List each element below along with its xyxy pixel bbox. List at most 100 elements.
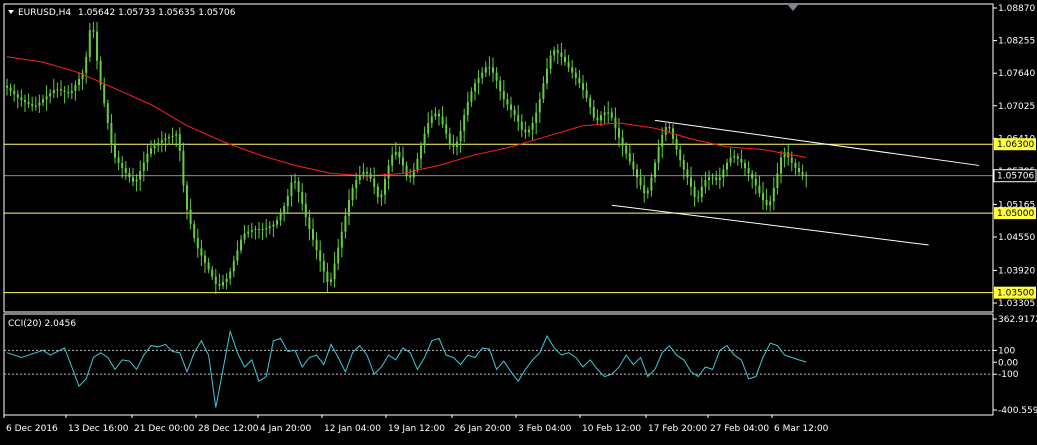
candle-body <box>481 72 484 78</box>
candle-body <box>265 228 268 230</box>
candle-body <box>690 177 692 187</box>
chart-canvas[interactable]: 1.088701.082551.076401.070251.064101.057… <box>0 0 1037 441</box>
candle-body <box>214 276 217 284</box>
candle-body <box>150 148 152 154</box>
time-tick-label: 6 Dec 2016 <box>6 424 58 434</box>
candle-body <box>20 97 23 101</box>
chart-window[interactable]: 1.088701.082551.076401.070251.064101.057… <box>0 0 1037 441</box>
candle-body <box>711 177 714 179</box>
candle-body <box>513 109 516 116</box>
candle-body <box>456 141 458 147</box>
candle-body <box>60 89 62 91</box>
candle-body <box>13 90 16 95</box>
candle-body <box>708 177 710 181</box>
time-tick-label: 26 Jan 20:00 <box>454 424 511 434</box>
candle-body <box>78 78 80 85</box>
candle-body <box>204 255 206 263</box>
candle-body <box>506 99 509 105</box>
candle-body <box>218 283 221 286</box>
candle-body <box>459 130 462 142</box>
candle-body <box>607 112 610 114</box>
time-tick-label: 3 Feb 04:00 <box>518 424 572 434</box>
candle-body <box>603 112 606 116</box>
candle-body <box>416 158 419 170</box>
candle-body <box>24 100 26 103</box>
candle-body <box>9 87 12 91</box>
candle-body <box>567 62 570 68</box>
time-tick-label: 13 Dec 16:00 <box>68 424 129 434</box>
candle-body <box>628 153 631 162</box>
candle-body <box>63 90 66 92</box>
candle-body <box>697 197 700 199</box>
candle-body <box>124 168 127 173</box>
level-label: 1.05000 <box>997 209 1034 219</box>
candle-body <box>780 157 782 174</box>
candle-body <box>636 169 638 178</box>
candle-body <box>117 157 120 163</box>
candle-body <box>27 102 30 105</box>
candle-body <box>330 279 332 283</box>
candle-body <box>268 226 271 229</box>
candle-body <box>92 30 95 32</box>
candle-body <box>333 263 336 280</box>
candle-body <box>114 144 116 158</box>
candle-body <box>6 85 8 88</box>
candle-body <box>229 271 232 279</box>
candle-body <box>232 260 235 272</box>
candle-body <box>441 116 444 125</box>
candle-body <box>236 250 239 261</box>
candle-body <box>600 115 602 121</box>
time-tick-label: 21 Dec 00:00 <box>134 424 195 434</box>
time-tick-label: 19 Jan 12:00 <box>388 424 445 434</box>
candle-body <box>376 186 379 198</box>
candle-body <box>466 101 469 116</box>
symbol-title: EURUSD,H4 <box>18 8 71 18</box>
candle-body <box>758 185 761 194</box>
candle-body <box>49 93 52 97</box>
candle-body <box>592 107 595 118</box>
time-tick-label: 6 Mar 12:00 <box>774 424 829 434</box>
level-label: 1.06300 <box>997 140 1034 150</box>
candle-body <box>470 91 473 102</box>
candle-body <box>765 199 768 206</box>
candle-body <box>639 177 642 186</box>
candle-body <box>373 178 376 187</box>
candle-body <box>121 162 124 169</box>
candle-body <box>510 104 512 110</box>
candle-body <box>186 185 188 210</box>
candle-body <box>409 176 412 178</box>
candle-body <box>463 115 466 131</box>
candle-body <box>549 55 552 69</box>
candle-body <box>193 223 196 238</box>
candle-body <box>682 160 685 170</box>
candle-body <box>686 169 689 178</box>
price-tick-label: 1.04550 <box>998 233 1035 243</box>
candle-body <box>196 237 199 249</box>
candle-body <box>610 112 613 118</box>
candle-body <box>290 182 293 196</box>
candle-body <box>207 262 210 270</box>
candle-body <box>643 185 646 194</box>
candle-body <box>362 172 365 175</box>
candle-body <box>556 50 559 53</box>
candle-body <box>286 195 289 207</box>
candle-body <box>319 250 322 261</box>
candle-body <box>315 239 318 251</box>
candle-body <box>495 72 498 81</box>
candle-body <box>308 217 311 230</box>
candle-body <box>546 68 548 84</box>
candle-body <box>564 56 566 63</box>
candle-body <box>553 50 556 56</box>
candle-body <box>387 165 390 179</box>
candle-body <box>625 145 628 154</box>
candle-body <box>517 115 520 122</box>
candle-body <box>297 181 300 192</box>
candle-body <box>801 172 804 175</box>
candle-body <box>618 128 620 138</box>
candle-body <box>200 248 203 256</box>
candle-body <box>160 140 163 143</box>
candle-body <box>240 239 242 251</box>
candle-body <box>366 172 368 174</box>
candle-body <box>276 220 278 225</box>
candle-body <box>754 178 757 186</box>
